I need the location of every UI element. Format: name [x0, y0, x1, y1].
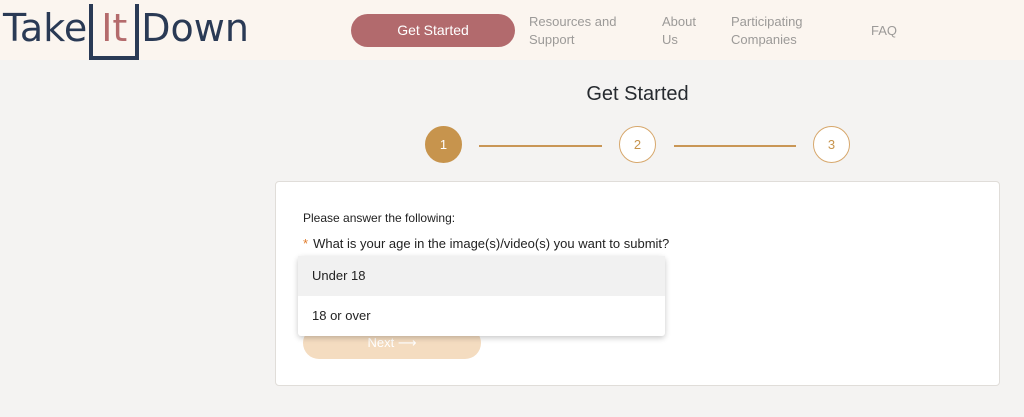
nav-link-line: Support [529, 32, 575, 47]
stepper-connector [479, 145, 602, 147]
page-title: Get Started [586, 83, 689, 105]
step-2-indicator: 2 [619, 126, 656, 163]
main-nav: Get Started Resources and Support About … [0, 0, 1024, 60]
nav-resources-support-link[interactable]: Resources and Support [529, 13, 616, 49]
nav-link-line: Us [662, 32, 678, 47]
age-select-dropdown[interactable]: Under 18 18 or over [298, 256, 665, 336]
nav-participating-companies-link[interactable]: Participating Companies [731, 13, 803, 49]
nav-link-line: FAQ [871, 23, 898, 38]
age-question-text: What is your age in the image(s)/video(s… [313, 236, 670, 251]
step-3-indicator: 3 [813, 126, 850, 163]
step-1-indicator: 1 [425, 126, 462, 163]
nav-link-line: About [662, 14, 696, 29]
form-prompt: Please answer the following: [303, 211, 456, 225]
nav-about-us-link[interactable]: About Us [662, 13, 696, 49]
stepper-connector [674, 145, 796, 147]
site-header: Take It Down Get Started Resources and S… [0, 0, 1024, 60]
nav-link-line: Companies [731, 32, 797, 47]
nav-get-started-button[interactable]: Get Started [351, 14, 515, 47]
option-under-18[interactable]: Under 18 [298, 256, 665, 296]
option-18-or-over[interactable]: 18 or over [298, 296, 665, 336]
required-asterisk: * [303, 236, 309, 251]
age-question-label: * What is your age in the image(s)/video(… [303, 236, 669, 251]
nav-faq-link[interactable]: FAQ [871, 22, 897, 40]
nav-link-line: Participating [731, 14, 803, 29]
nav-link-line: Resources and [529, 14, 617, 29]
